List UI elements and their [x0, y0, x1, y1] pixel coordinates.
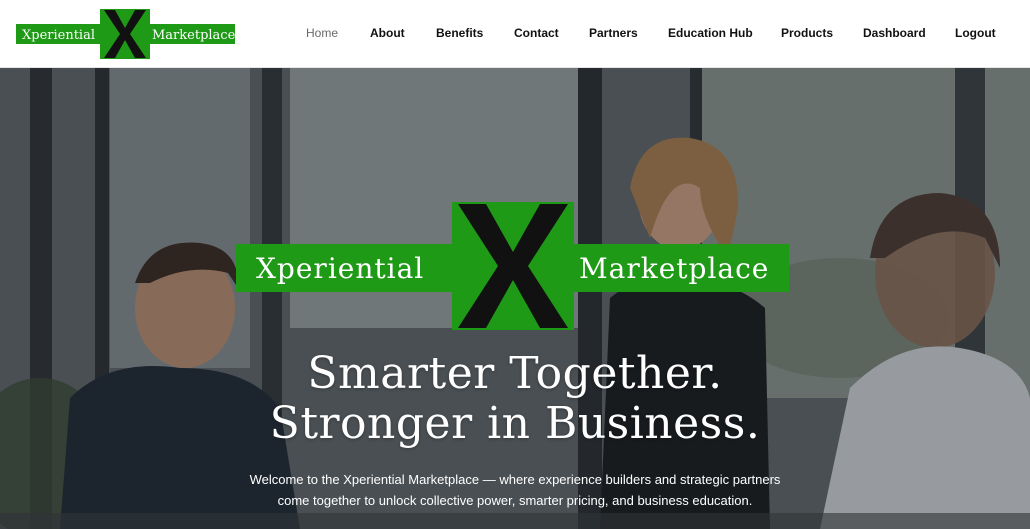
nav-home[interactable]: Home	[306, 26, 338, 40]
hero-logo-right-word: Marketplace	[579, 252, 769, 285]
nav-products[interactable]: Products	[781, 26, 833, 40]
hero-intro-text: Welcome to the Xperiential Marketplace —…	[215, 469, 815, 511]
main-nav: Home About Benefits Contact Partners Edu…	[0, 0, 1030, 68]
hero-logo-left-word: Xperiential	[256, 252, 424, 285]
hero-brand-logo: Xperiential Marketplace	[236, 202, 789, 330]
nav-logout[interactable]: Logout	[955, 26, 996, 40]
nav-partners[interactable]: Partners	[589, 26, 638, 40]
hero-section: Xperiential Marketplace Smarter Together…	[0, 68, 1030, 529]
hero-intro-line2: come together to unlock collective power…	[277, 493, 753, 508]
nav-contact[interactable]: Contact	[514, 26, 559, 40]
hero-headline-line2: Stronger in Business.	[269, 398, 761, 449]
nav-benefits[interactable]: Benefits	[436, 26, 483, 40]
hero-headline-line1: Smarter Together.	[307, 348, 723, 399]
nav-education-hub[interactable]: Education Hub	[668, 26, 753, 40]
site-header: Xperiential Marketplace Home About Benef…	[0, 0, 1030, 68]
nav-about[interactable]: About	[370, 26, 405, 40]
nav-dashboard[interactable]: Dashboard	[863, 26, 926, 40]
hero-intro-line1: Welcome to the Xperiential Marketplace —…	[249, 472, 781, 487]
